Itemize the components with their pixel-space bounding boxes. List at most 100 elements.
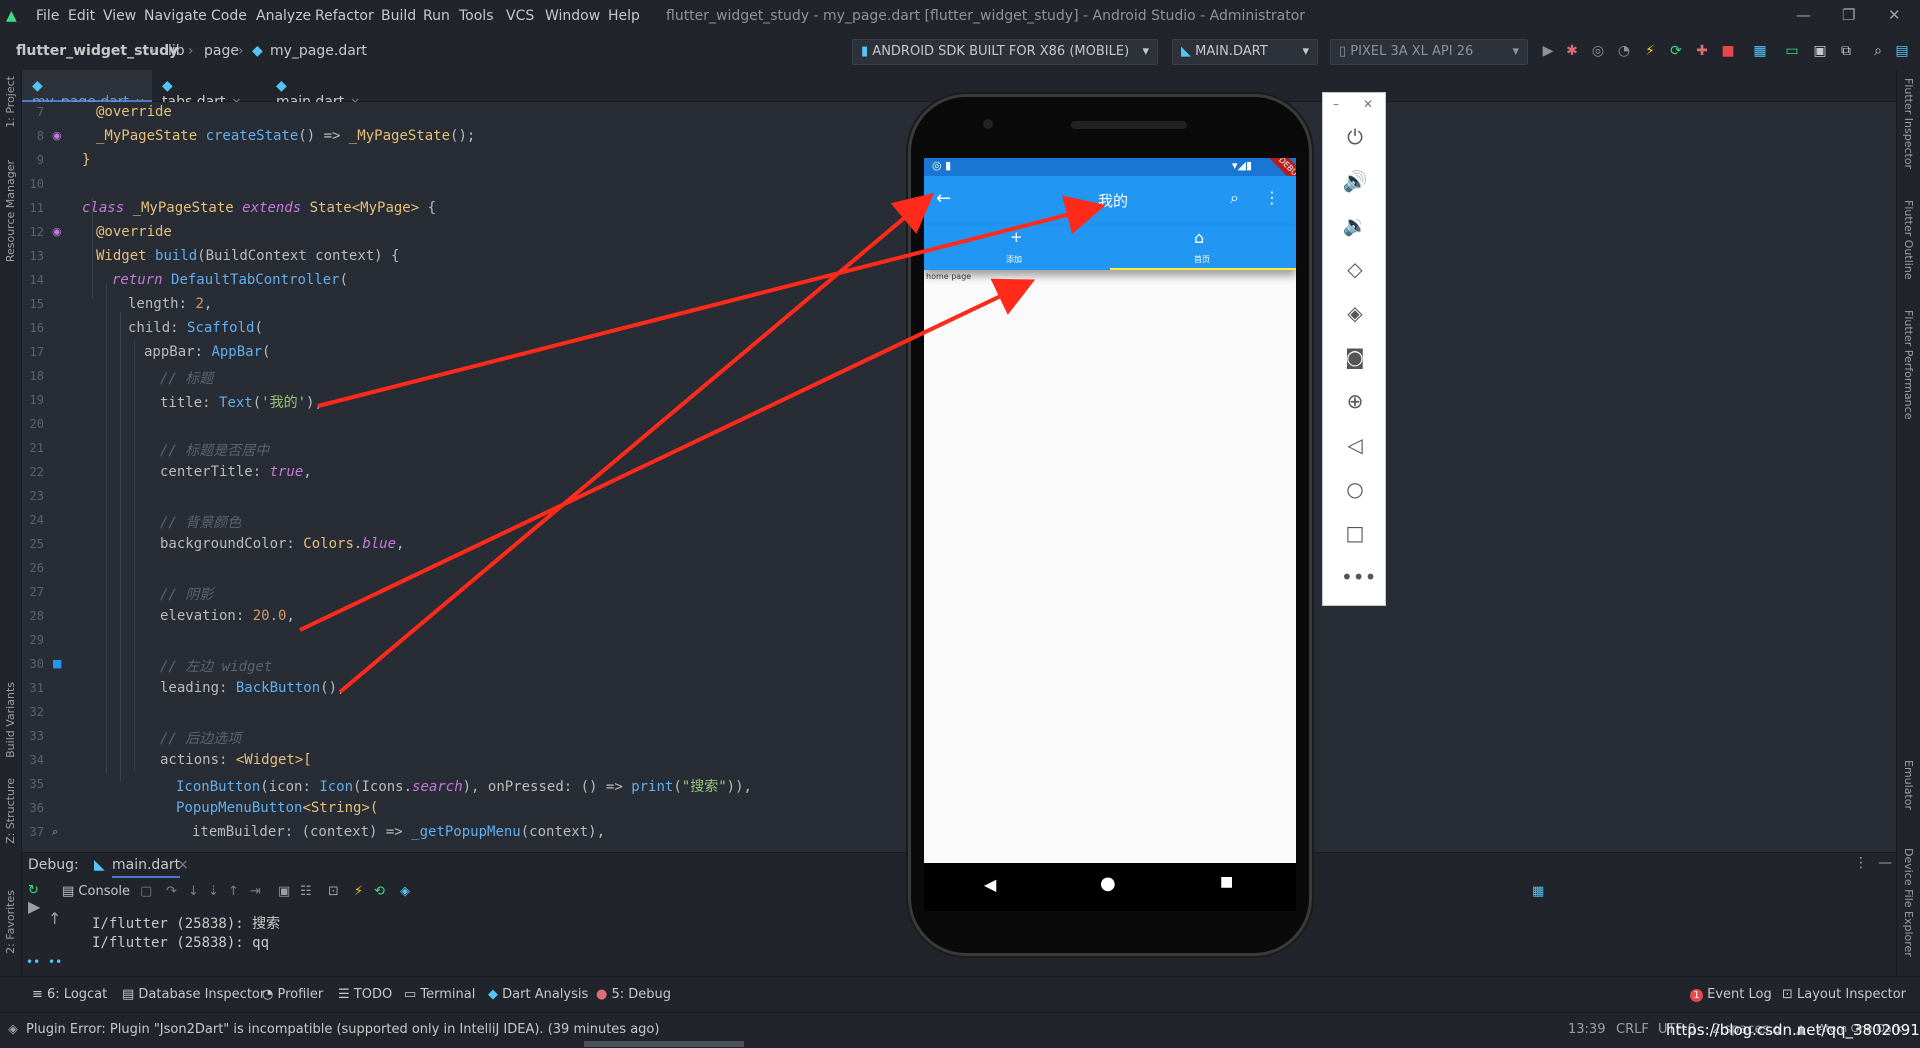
code-line[interactable]: @override [96,104,172,120]
restore-icon[interactable]: ❐ [1842,6,1855,24]
project-structure-icon[interactable]: ⧉ [1838,43,1854,59]
code-line[interactable]: class _MyPageState extends State<MyPage>… [82,200,436,216]
tool-flutter-inspector[interactable]: Flutter Inspector [1902,78,1915,169]
nav-recents-icon[interactable]: ■ [1220,874,1233,890]
code-line[interactable]: // 阴影 [160,584,213,604]
breadcrumb-file[interactable]: my_page.dart [270,43,367,59]
device-selector[interactable]: ▮ ANDROID SDK BUILT FOR X86 (MOBILE) ▾ [852,39,1158,65]
menu-build[interactable]: Build [381,8,416,24]
menu-edit[interactable]: Edit [68,8,95,24]
menu-tools[interactable]: Tools [459,8,494,24]
code-line[interactable]: // 标题是否居中 [160,440,269,460]
code-line[interactable]: appBar: AppBar( [144,344,270,360]
plugin-error-icon[interactable]: ◈ [8,1022,18,1037]
avd-manager-icon[interactable]: ▭ [1784,43,1800,59]
more-icon[interactable]: ••• [1341,563,1376,591]
tool-resource-manager[interactable]: Resource Manager [4,160,17,262]
code-line[interactable]: title: Text('我的'), [160,392,323,412]
debugger-icon[interactable]: ▢ [140,884,152,899]
menu-navigate[interactable]: Navigate [144,8,207,24]
camera-icon[interactable]: ◙ [1341,343,1369,371]
override-marker-icon[interactable]: ◉ [52,225,62,238]
search-icon[interactable]: ⌕ [1230,188,1239,208]
zoom-icon[interactable]: ⊕ [1341,387,1369,415]
code-line[interactable]: child: Scaffold( [128,320,263,336]
code-line[interactable]: // 左边 widget [160,656,272,676]
run-to-cursor-icon[interactable]: ⇥ [250,884,261,899]
nav-home-icon[interactable]: ● [1100,873,1116,894]
restore-layout-icon[interactable]: ⊡ [328,884,339,899]
tool-todo[interactable]: ☰ TODO [338,987,392,1002]
hide-panel-icon[interactable]: — [1878,855,1892,871]
tool-favorites[interactable]: 2: Favorites [4,890,17,954]
attach-debugger-icon[interactable]: ✚ [1694,43,1710,59]
dots-icon[interactable]: •• [26,955,40,969]
devtools-icon[interactable]: ◈ [400,884,410,899]
dots-icon[interactable]: •• [48,955,62,969]
debug-icon[interactable]: ✱ [1564,43,1580,59]
code-line[interactable]: actions: <Widget>[ [160,752,312,768]
tool-device-file-explorer[interactable]: Device File Explorer [1902,848,1915,957]
code-line[interactable]: Widget build(BuildContext context) { [96,248,399,264]
emulator-selector[interactable]: ▯ PIXEL 3A XL API 26 ▾ [1330,39,1528,65]
minimize-icon[interactable]: – [1333,97,1339,111]
rotate-left-icon[interactable]: ◇ [1341,255,1369,283]
account-icon[interactable]: ▤ [1894,43,1910,59]
tool-flutter-performance[interactable]: Flutter Performance [1902,310,1915,419]
step-out-icon[interactable]: ↑ [228,884,239,899]
tool-flutter-outline[interactable]: Flutter Outline [1902,200,1915,280]
rotate-right-icon[interactable]: ◈ [1341,299,1369,327]
home-icon[interactable]: ○ [1341,475,1369,503]
menu-run[interactable]: Run [423,8,450,24]
code-line[interactable]: PopupMenuButton<String>( [176,800,378,816]
menu-code[interactable]: Code [211,8,247,24]
device-manager-icon[interactable]: ▣ [1812,43,1828,59]
close-icon[interactable]: ✕ [1363,97,1373,111]
sdk-manager-icon[interactable]: ▦ [1752,43,1768,59]
horizontal-scrollbar[interactable] [584,1041,744,1047]
code-line[interactable]: // 标题 [160,368,213,388]
code-line[interactable]: itemBuilder: (context) => _getPopupMenu(… [192,824,605,840]
tool-dart-analysis[interactable]: ◆ Dart Analysis [488,987,588,1002]
step-into-icon[interactable]: ↓ [188,884,199,899]
menu-help[interactable]: Help [608,8,640,24]
caret-position[interactable]: 13:39 [1568,1022,1605,1037]
code-line[interactable]: centerTitle: true, [160,464,312,480]
evaluate-icon[interactable]: ▣ [278,884,290,899]
debug-session-tab[interactable]: main.dart [112,857,181,878]
rerun-icon[interactable]: ↻ [28,883,39,898]
code-line[interactable]: elevation: 20.0, [160,608,295,624]
back-icon[interactable]: ◁ [1341,431,1369,459]
tool-debug[interactable]: ● 5: Debug [596,987,671,1002]
usage-marker-icon[interactable]: ⌕ [52,825,58,839]
menu-file[interactable]: File [36,8,59,24]
profile-icon[interactable]: ◔ [1616,43,1632,59]
hot-reload-icon[interactable]: ⚡ [354,884,363,899]
breadcrumb-page[interactable]: page [204,43,239,59]
nav-back-icon[interactable]: ◀ [984,875,996,894]
close-icon[interactable]: ✕ [1888,6,1901,24]
force-step-into-icon[interactable]: ⇣ [208,884,219,899]
menu-view[interactable]: View [103,8,136,24]
tool-layout-inspector[interactable]: ⊡ Layout Inspector [1782,987,1906,1002]
more-vert-icon[interactable]: ⋮ [1264,188,1280,207]
status-message[interactable]: Plugin Error: Plugin "Json2Dart" is inco… [26,1022,659,1037]
run-icon[interactable]: ▶ [1540,43,1556,59]
apply-changes-icon[interactable]: ⟳ [1668,43,1684,59]
code-line[interactable]: length: 2, [128,296,212,312]
tool-event-log[interactable]: 1 Event Log [1690,987,1772,1002]
color-swatch-icon[interactable]: ■ [52,657,62,670]
console-tab[interactable]: ▤ Console [62,884,130,899]
code-line[interactable]: return DefaultTabController( [112,272,348,288]
overview-icon[interactable]: □ [1341,519,1369,547]
resume-icon[interactable]: ▶ [28,897,40,916]
back-arrow-icon[interactable]: ← [936,188,951,209]
tool-structure[interactable]: Z: Structure [4,778,17,844]
tab-tabs[interactable]: ◆ tabs.dart× [152,70,264,110]
menu-analyze[interactable]: Analyze [256,8,311,24]
search-icon[interactable]: ⌕ [1870,43,1886,59]
minimize-icon[interactable]: — [1796,6,1811,24]
tool-profiler[interactable]: ◔ Profiler [262,987,323,1002]
code-line[interactable]: @override [96,224,172,240]
menu-refactor[interactable]: Refactor [315,8,374,24]
